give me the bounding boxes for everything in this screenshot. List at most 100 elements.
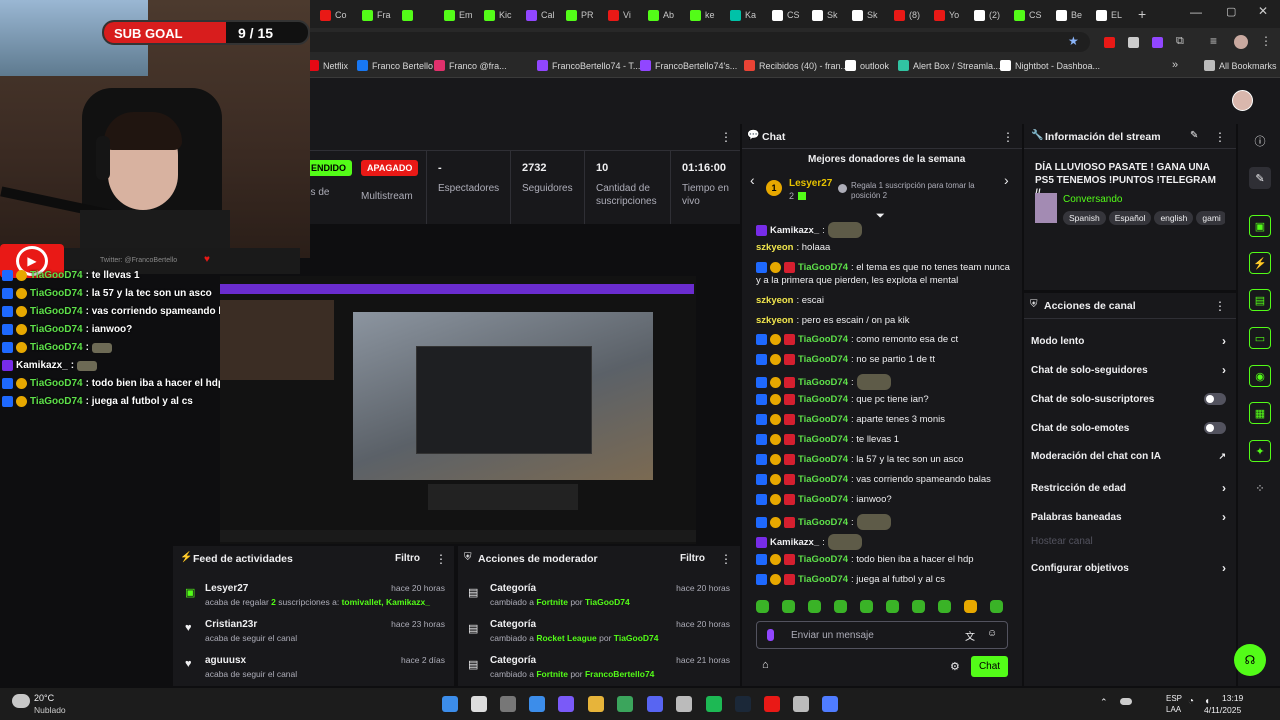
user-avatar[interactable] xyxy=(1232,90,1253,111)
close-window-icon[interactable]: ✕ xyxy=(1258,4,1268,18)
bookmark-item[interactable]: FrancoBertello74 - T... xyxy=(537,60,640,71)
extension-icon[interactable] xyxy=(1128,37,1139,48)
mod-action-game[interactable]: Fortnite xyxy=(536,597,568,607)
browser-tab[interactable]: CS xyxy=(772,6,806,24)
stream-tag[interactable]: english xyxy=(1154,211,1194,225)
chat-username[interactable]: TiaGooD74 xyxy=(798,474,848,485)
mod-more-icon[interactable]: ⋮ xyxy=(720,552,732,566)
channel-action-item[interactable]: Modo lento › xyxy=(1031,334,1226,348)
chat-username[interactable]: TiaGooD74 xyxy=(798,434,848,445)
emote-shortcut-icon[interactable] xyxy=(756,600,769,613)
emote-shortcut-icon[interactable] xyxy=(938,600,951,613)
star-icon[interactable]: ★ xyxy=(1068,34,1079,48)
chat-username[interactable]: szkyeon xyxy=(756,315,794,326)
chat-message[interactable]: y a la primera que pierden, les explota … xyxy=(756,275,958,286)
mod-action-game[interactable]: Rocket League xyxy=(536,633,596,643)
chat-message[interactable]: TiaGooD74: juega al futbol y al cs xyxy=(756,574,945,585)
donors-prev-icon[interactable]: ‹ xyxy=(750,172,755,188)
chat-message[interactable]: TiaGooD74: vas corriendo spameando balas xyxy=(756,474,991,485)
activity-filter-button[interactable]: Filtro xyxy=(395,553,420,564)
chat-message[interactable]: Kamikazx_: xyxy=(756,222,862,238)
multistream-pill[interactable]: APAGADO xyxy=(361,160,419,176)
chat-message[interactable]: szkyeon: pero es escain / on pa kik xyxy=(756,315,910,326)
chat-message[interactable]: TiaGooD74: te llevas 1 xyxy=(756,434,899,445)
chat-username[interactable]: Kamikazx_ xyxy=(770,537,819,548)
stream-info-more-icon[interactable]: ⋮ xyxy=(1214,130,1226,144)
channel-action-item[interactable]: Chat de solo-suscriptores xyxy=(1031,393,1226,405)
system-tray-chevron-icon[interactable]: ⌃ xyxy=(1100,697,1108,708)
browser-tab[interactable]: Sk xyxy=(812,6,846,24)
chat-filter-icon[interactable]: ⏷ xyxy=(876,210,885,223)
browser-tab[interactable]: Sk xyxy=(852,6,886,24)
chat-message[interactable]: TiaGooD74: ianwoo? xyxy=(756,494,892,505)
chrome-icon[interactable] xyxy=(617,696,633,712)
browser-tab[interactable]: Kic xyxy=(484,6,518,24)
steam-icon[interactable] xyxy=(735,696,751,712)
browser-tab[interactable]: ke xyxy=(690,6,724,24)
activity-item[interactable]: aguuusx hace 2 días acaba de seguir el can… xyxy=(205,655,445,679)
bookmark-item[interactable]: Nightbot - Dashboa... xyxy=(1000,60,1100,71)
task-view-icon[interactable] xyxy=(500,696,516,712)
info-icon[interactable]: ⓘ xyxy=(1249,130,1271,152)
bookmark-item[interactable]: Netflix xyxy=(308,60,348,71)
clock-time[interactable]: 13:19 xyxy=(1222,693,1243,703)
chat-username[interactable]: Kamikazx_ xyxy=(770,225,819,236)
mod-action-item[interactable]: Categoría hace 21 horas cambiado a Fortnit… xyxy=(490,655,730,679)
donors-next-icon[interactable]: › xyxy=(1004,172,1009,188)
browser-tab[interactable]: (2) xyxy=(974,6,1008,24)
mod-action-user[interactable]: TiaGooD74 xyxy=(585,597,630,607)
chat-username[interactable]: TiaGooD74 xyxy=(798,394,848,405)
browser-tab[interactable]: Ab xyxy=(648,6,682,24)
browser-tab[interactable]: PR xyxy=(566,6,600,24)
stream-tag[interactable]: Español xyxy=(1108,211,1152,225)
chat-username[interactable]: TiaGooD74 xyxy=(798,494,848,505)
chat-message[interactable]: TiaGooD74: el tema es que no tenes team … xyxy=(756,262,1010,273)
wifi-icon[interactable]: ◔ xyxy=(1188,696,1194,707)
chat-message[interactable]: TiaGooD74: no se partio 1 de tt xyxy=(756,354,935,365)
edit-icon[interactable]: ✎ xyxy=(1249,167,1271,189)
bookmark-item[interactable]: Alert Box / Streamla... xyxy=(898,60,1001,71)
chat-username[interactable]: TiaGooD74 xyxy=(798,354,848,365)
more-icon[interactable]: ⋮ xyxy=(1260,34,1272,48)
activity-more-icon[interactable]: ⋮ xyxy=(435,552,447,566)
translate-icon[interactable]: 文 xyxy=(965,628,975,643)
support-chat-button[interactable]: ☊ xyxy=(1234,644,1266,676)
channel-action-item[interactable]: Restricción de edad › xyxy=(1031,481,1226,495)
activity-item[interactable]: Lesyer27 hace 20 horas acaba de regalar 2 … xyxy=(205,583,445,607)
emote-shortcut-icon[interactable] xyxy=(990,600,1003,613)
chat-message[interactable]: TiaGooD74: xyxy=(756,374,891,390)
toggle-switch[interactable] xyxy=(1204,422,1226,434)
obs-icon[interactable] xyxy=(676,696,692,712)
channel-action-item[interactable]: Chat de solo-emotes xyxy=(1031,422,1226,434)
bookmark-item[interactable]: outlook xyxy=(845,60,889,71)
broadcast-icon[interactable]: ◉ xyxy=(1249,365,1271,387)
browser-tab[interactable]: Be xyxy=(1056,6,1090,24)
chat-username[interactable]: TiaGooD74 xyxy=(798,574,848,585)
language-top[interactable]: ESP xyxy=(1166,694,1182,703)
chat-username[interactable]: TiaGooD74 xyxy=(798,377,848,388)
browser-tab[interactable]: EL xyxy=(1096,6,1130,24)
emote-shortcut-icon[interactable] xyxy=(834,600,847,613)
browser-tab[interactable]: Co xyxy=(320,6,354,24)
wrench-icon[interactable]: ✦ xyxy=(1249,440,1271,462)
browser-tab[interactable]: Fra xyxy=(362,6,396,24)
chat-message[interactable]: szkyeon: holaaa xyxy=(756,242,830,253)
browser-tab[interactable]: Yo xyxy=(934,6,968,24)
bookmark-item[interactable]: Recibidos (40) - fran... xyxy=(744,60,848,71)
mod-action-item[interactable]: Categoría hace 20 horas cambiado a Fortnit… xyxy=(490,583,730,607)
chat-icon[interactable]: ▭ xyxy=(1249,327,1271,349)
mod-filter-button[interactable]: Filtro xyxy=(680,553,705,564)
chat-username[interactable]: szkyeon xyxy=(756,242,794,253)
bookmark-item[interactable]: Franco @fra... xyxy=(434,60,507,71)
channel-action-item[interactable]: Configurar objetivos › xyxy=(1031,561,1226,575)
onedrive-icon[interactable] xyxy=(1120,698,1132,705)
chat-username[interactable]: TiaGooD74 xyxy=(798,334,848,345)
browser-tab[interactable] xyxy=(402,6,436,24)
chat-username[interactable]: szkyeon xyxy=(756,295,794,306)
bookmarks-overflow-icon[interactable]: » xyxy=(1172,59,1178,71)
maximize-icon[interactable]: ▢ xyxy=(1226,5,1236,18)
chat-send-button[interactable]: Chat xyxy=(971,656,1008,677)
channel-actions-more-icon[interactable]: ⋮ xyxy=(1214,299,1226,313)
channel-action-item[interactable]: Palabras baneadas › xyxy=(1031,510,1226,524)
chat-input[interactable]: Enviar un mensaje 文 ☺ xyxy=(756,621,1008,649)
